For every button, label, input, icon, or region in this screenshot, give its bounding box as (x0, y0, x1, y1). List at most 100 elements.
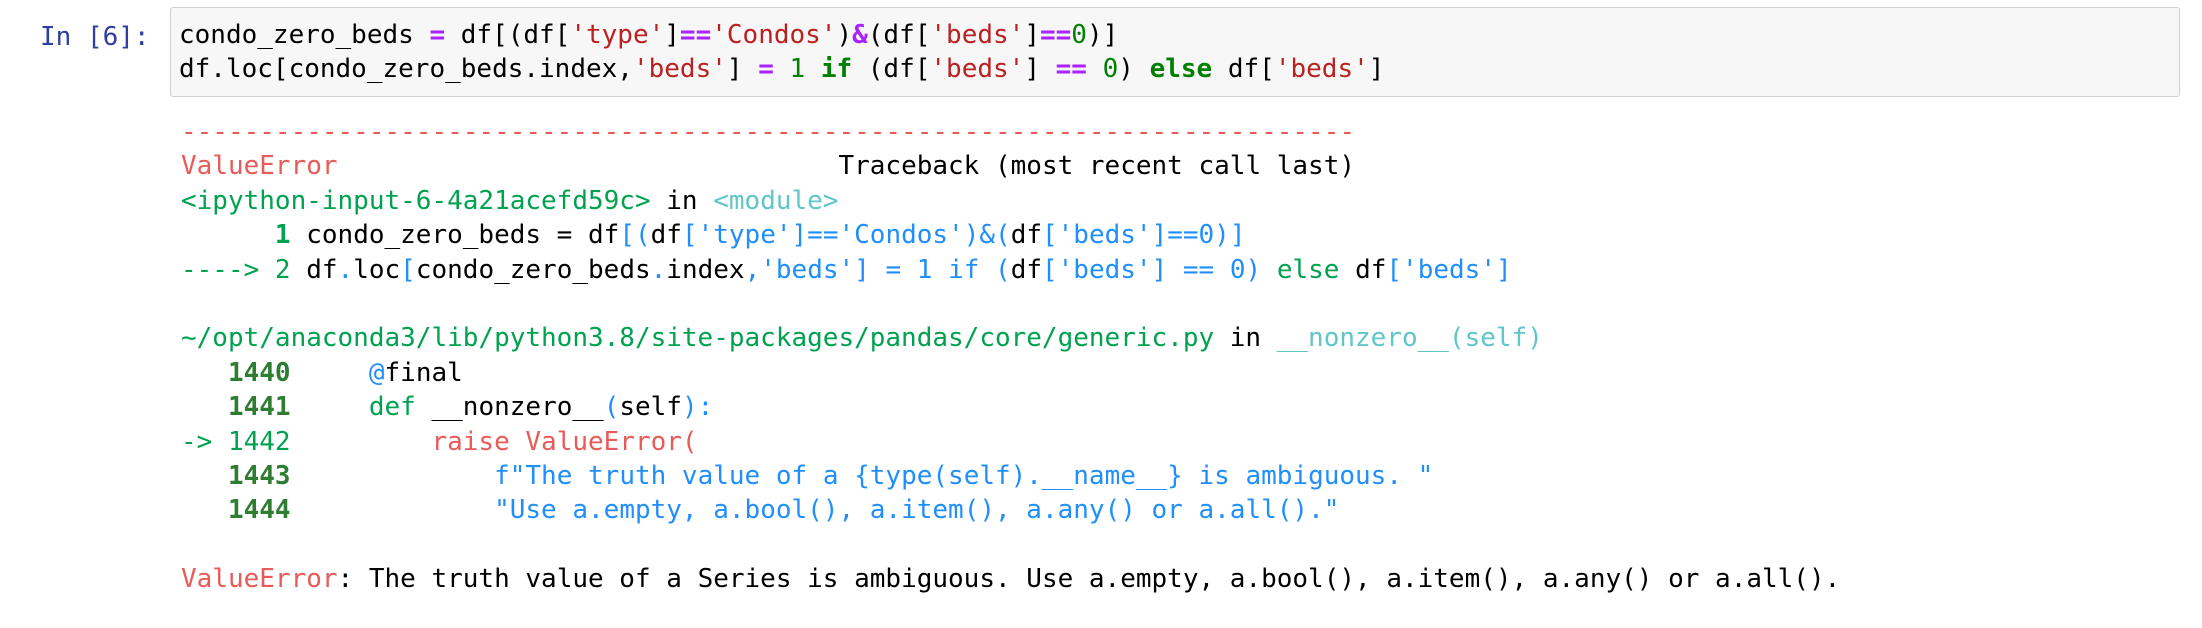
code-token: final (384, 357, 463, 388)
traceback-line: ValueError Traceback (most recent call l… (181, 149, 1840, 183)
code-token: ValueError (181, 564, 338, 595)
code-token: [ (400, 254, 416, 285)
code-token: == (1039, 20, 1072, 50)
traceback-line: ValueError: The truth value of a Series … (181, 562, 1840, 596)
code-token: ] (1368, 54, 1385, 85)
code-token: ,'beds'] = 1 if ( (744, 254, 1011, 285)
code-token: index (666, 254, 745, 285)
traceback-line: <ipython-input-6-4a21acefd59c> in <modul… (181, 184, 1840, 218)
code-token: 'beds' (632, 54, 727, 85)
code-token: == (1055, 54, 1087, 85)
code-token: 1440 (227, 357, 291, 388)
code-token: ['beds'] == 0) (1042, 254, 1277, 285)
code-token: df (650, 220, 682, 251)
code-editor[interactable]: condo_zero_beds = df[(df['type']=='Condo… (179, 18, 1384, 87)
code-token: f"The truth value of a {type(self).__nam… (494, 460, 1434, 491)
traceback-line: 1444 "Use a.empty, a.bool(), a.item(), a… (181, 493, 1840, 527)
code-token: ['type']== (681, 220, 839, 251)
code-token: (df[ (867, 20, 931, 50)
code-token: condo_zero_beds (415, 254, 651, 285)
traceback-line: -> 1442 raise ValueError( (181, 425, 1840, 459)
code-line: df.loc[condo_zero_beds.index,'beds'] = 1… (179, 52, 1384, 86)
code-token: self (619, 392, 682, 423)
code-token: ----> 2 (181, 254, 291, 285)
code-token: 'beds' (1274, 54, 1369, 85)
code-token: 1444 (227, 495, 291, 526)
code-token: df (290, 254, 338, 285)
code-token: == (679, 20, 712, 50)
code-token: -> 1442 (181, 426, 291, 457)
code-token: . (337, 254, 354, 285)
code-token: (df[ (852, 54, 931, 85)
code-token: ] (1024, 20, 1040, 50)
traceback-line (181, 528, 1840, 562)
code-token: condo_zero_beds = df (290, 220, 620, 251)
code-token: ] (1024, 54, 1056, 85)
traceback-output: ----------------------------------------… (181, 115, 1840, 596)
code-token: <module> (713, 185, 839, 216)
code-cell-input[interactable]: condo_zero_beds = df[(df['type']=='Condo… (170, 7, 2180, 97)
code-token: __nonzero__ (415, 392, 604, 423)
code-token: df (1010, 254, 1042, 285)
code-token: raise (431, 426, 510, 457)
code-token: ( (603, 392, 620, 423)
code-token: = (758, 54, 774, 85)
code-token: else (1276, 254, 1340, 285)
code-token: if (820, 54, 853, 85)
code-token: 1443 (227, 460, 291, 491)
code-token: [( (619, 220, 651, 251)
code-token: ] (726, 54, 759, 85)
code-token: ['beds']==0)] (1042, 220, 1246, 251)
code-token: 1441 (227, 392, 291, 423)
code-token: ] (664, 20, 680, 50)
code-token: @ (368, 357, 385, 388)
code-token: ValueError( (509, 426, 698, 457)
code-token: 0 (1071, 20, 1087, 50)
code-token: 'Condos' (711, 20, 837, 50)
code-token: & (852, 20, 868, 50)
code-token: 'type' (570, 20, 665, 50)
code-token: . (650, 254, 667, 285)
traceback-line: 1440 @final (181, 356, 1840, 390)
code-token: 'beds' (930, 54, 1025, 85)
code-token: = (429, 20, 446, 50)
code-token: ----------------------------------------… (181, 117, 1355, 147)
traceback-line: ~/opt/anaconda3/lib/python3.8/site-packa… (181, 321, 1840, 355)
code-token: in (650, 185, 714, 216)
code-token: loc (353, 254, 401, 285)
input-prompt: In [6]: (40, 22, 150, 52)
traceback-line: 1 condo_zero_beds = df[(df['type']=='Con… (181, 218, 1840, 252)
code-token: df (1339, 254, 1387, 285)
code-token: ) (836, 20, 853, 50)
code-token: 0 (1102, 54, 1119, 85)
code-token: df[ (1212, 54, 1275, 85)
traceback-line: 1441 def __nonzero__(self): (181, 390, 1840, 424)
traceback-line (181, 287, 1840, 321)
code-token: def (368, 392, 416, 423)
code-token: condo_zero_beds (179, 20, 430, 50)
code-token: Traceback (most recent call last) (337, 151, 1356, 182)
traceback-line: 1443 f"The truth value of a {type(self).… (181, 459, 1840, 493)
code-line: condo_zero_beds = df[(df['type']=='Condo… (179, 18, 1384, 52)
code-token: <ipython-input-6-4a21acefd59c> (181, 185, 651, 216)
code-token: 'Condos' (838, 220, 964, 251)
code-token: in (1214, 323, 1277, 354)
code-token: )&( (963, 220, 1011, 251)
code-token: ): (681, 392, 714, 423)
code-token: else (1149, 54, 1213, 85)
code-token: ~/opt/anaconda3/lib/python3.8/site-packa… (181, 323, 1215, 354)
code-token: __nonzero__(self) (1276, 323, 1543, 354)
code-token: "Use a.empty, a.bool(), a.item(), a.any(… (494, 495, 1340, 526)
